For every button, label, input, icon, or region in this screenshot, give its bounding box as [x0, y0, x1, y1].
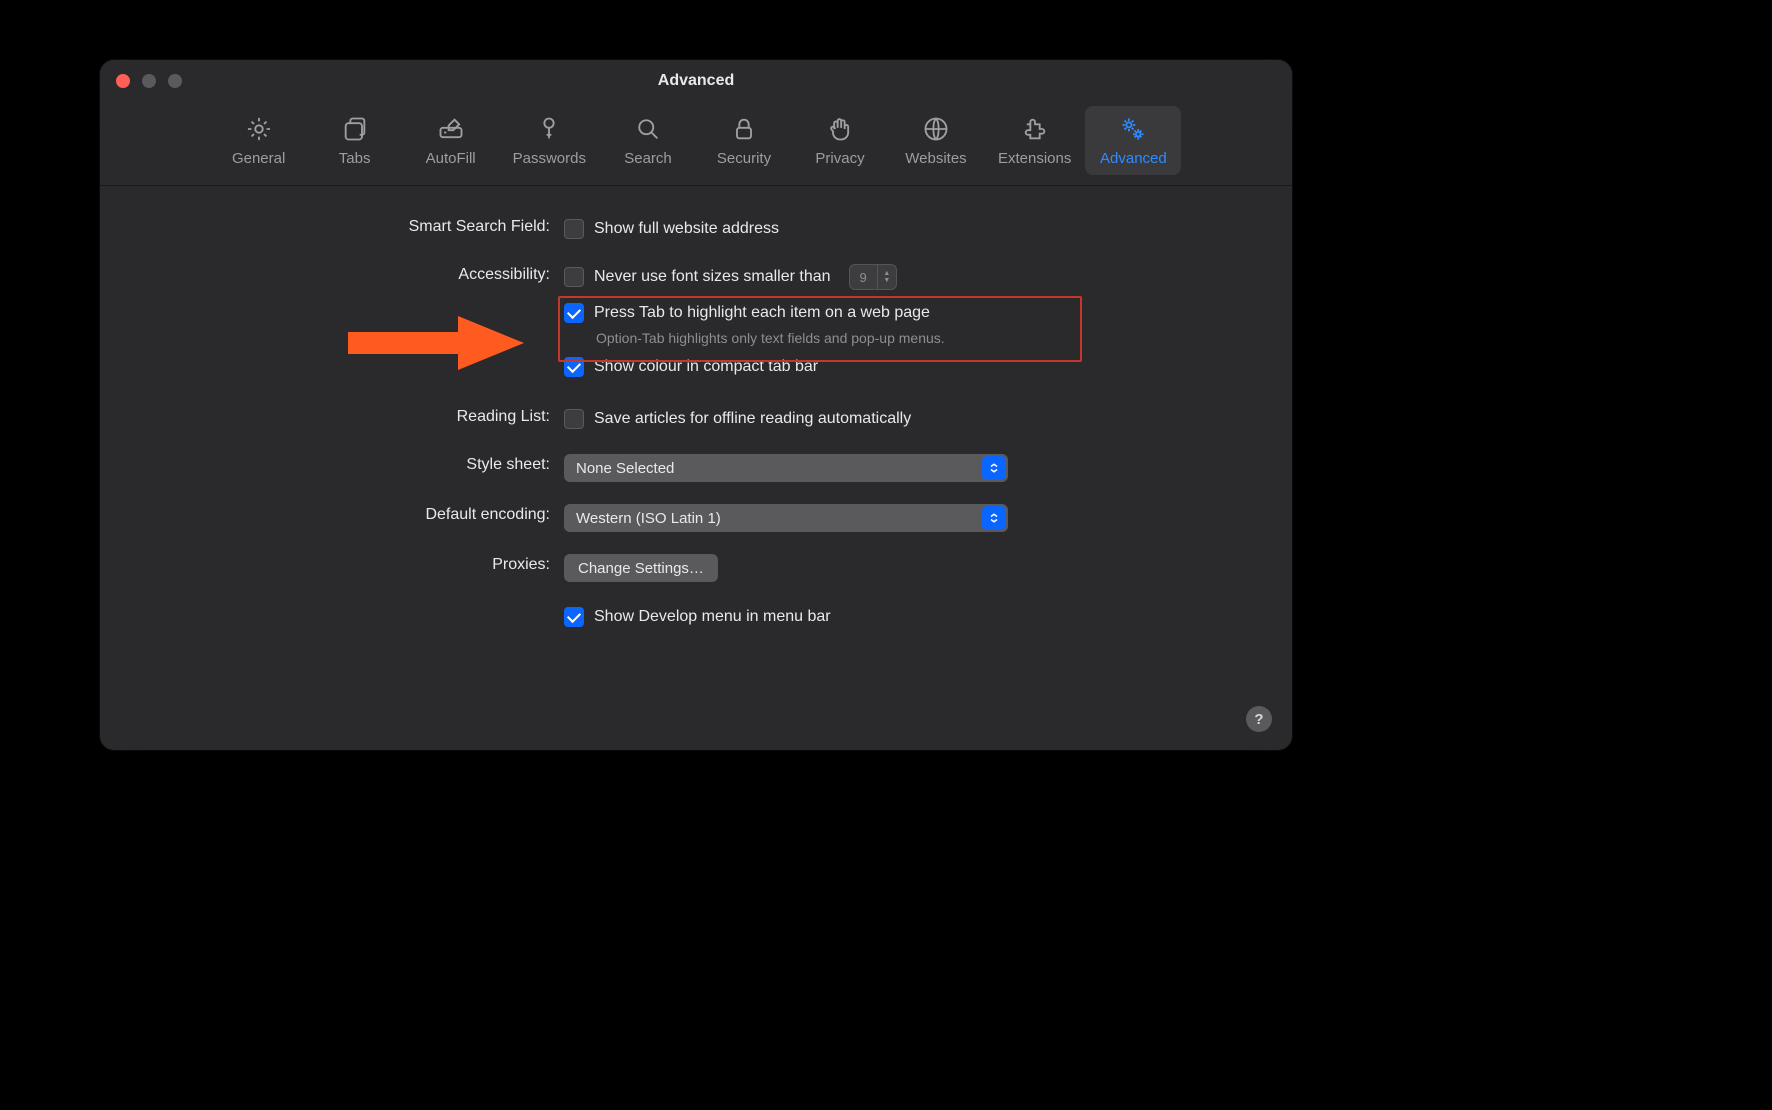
toolbar-item-label: Passwords [513, 150, 586, 167]
show-full-url-checkbox[interactable] [564, 219, 584, 239]
toolbar-item-security[interactable]: Security [696, 106, 792, 175]
stepper-arrows-icon: ▲▼ [877, 265, 896, 289]
key-icon [534, 114, 564, 144]
default-encoding-label: Default encoding: [134, 504, 564, 524]
preferences-toolbar: General Tabs AutoFill Passwords Search [100, 100, 1292, 186]
press-tab-checkbox[interactable] [564, 303, 584, 323]
style-sheet-popup[interactable]: None Selected [564, 454, 1008, 482]
toolbar-item-tabs[interactable]: Tabs [307, 106, 403, 175]
toolbar-item-privacy[interactable]: Privacy [792, 106, 888, 175]
window-title: Advanced [100, 72, 1292, 90]
develop-menu-checkbox[interactable] [564, 607, 584, 627]
min-font-size-value: 9 [850, 270, 877, 285]
toolbar-item-passwords[interactable]: Passwords [499, 106, 600, 175]
save-offline-checkbox[interactable] [564, 409, 584, 429]
toolbar-item-search[interactable]: Search [600, 106, 696, 175]
gear-icon [244, 114, 274, 144]
advanced-pane: Smart Search Field: Show full website ad… [100, 186, 1292, 650]
min-font-size-label: Never use font sizes smaller than [594, 268, 831, 286]
toolbar-item-label: Security [717, 150, 771, 167]
gears-icon [1118, 114, 1148, 144]
accessibility-label: Accessibility: [134, 264, 564, 284]
toolbar-item-label: Advanced [1100, 150, 1167, 167]
toolbar-item-label: Search [624, 150, 672, 167]
smart-search-label: Smart Search Field: [134, 216, 564, 236]
toolbar-item-label: Privacy [815, 150, 864, 167]
press-tab-note: Option-Tab highlights only text fields a… [596, 330, 1258, 346]
help-button[interactable]: ? [1246, 706, 1272, 732]
lock-icon [729, 114, 759, 144]
style-sheet-value: None Selected [576, 460, 674, 477]
press-tab-label: Press Tab to highlight each item on a we… [594, 304, 930, 322]
help-label: ? [1254, 711, 1263, 728]
toolbar-item-websites[interactable]: Websites [888, 106, 984, 175]
puzzle-icon [1020, 114, 1050, 144]
search-icon [633, 114, 663, 144]
change-settings-button[interactable]: Change Settings… [564, 554, 718, 582]
toolbar-item-label: Tabs [339, 150, 371, 167]
develop-menu-label: Show Develop menu in menu bar [594, 608, 831, 626]
preferences-window: Advanced General Tabs AutoFill Password [100, 60, 1292, 750]
default-encoding-popup[interactable]: Western (ISO Latin 1) [564, 504, 1008, 532]
show-colour-checkbox[interactable] [564, 357, 584, 377]
toolbar-item-advanced[interactable]: Advanced [1085, 106, 1181, 175]
reading-list-label: Reading List: [134, 406, 564, 426]
toolbar-item-label: Extensions [998, 150, 1071, 167]
globe-icon [921, 114, 951, 144]
toolbar-item-label: Websites [905, 150, 966, 167]
min-font-size-stepper[interactable]: 9 ▲▼ [849, 264, 897, 290]
hand-icon [825, 114, 855, 144]
chevron-up-down-icon [982, 506, 1006, 530]
toolbar-item-label: AutoFill [426, 150, 476, 167]
pencil-field-icon [436, 114, 466, 144]
proxies-label: Proxies: [134, 554, 564, 574]
min-font-size-checkbox[interactable] [564, 267, 584, 287]
toolbar-item-autofill[interactable]: AutoFill [403, 106, 499, 175]
titlebar: Advanced [100, 60, 1292, 100]
toolbar-item-extensions[interactable]: Extensions [984, 106, 1085, 175]
default-encoding-value: Western (ISO Latin 1) [576, 510, 721, 527]
chevron-up-down-icon [982, 456, 1006, 480]
change-settings-label: Change Settings… [578, 560, 704, 577]
save-offline-label: Save articles for offline reading automa… [594, 410, 911, 428]
tabs-icon [340, 114, 370, 144]
toolbar-item-label: General [232, 150, 285, 167]
style-sheet-label: Style sheet: [134, 454, 564, 474]
show-colour-label: Show colour in compact tab bar [594, 358, 818, 376]
show-full-url-label: Show full website address [594, 220, 779, 238]
toolbar-item-general[interactable]: General [211, 106, 307, 175]
